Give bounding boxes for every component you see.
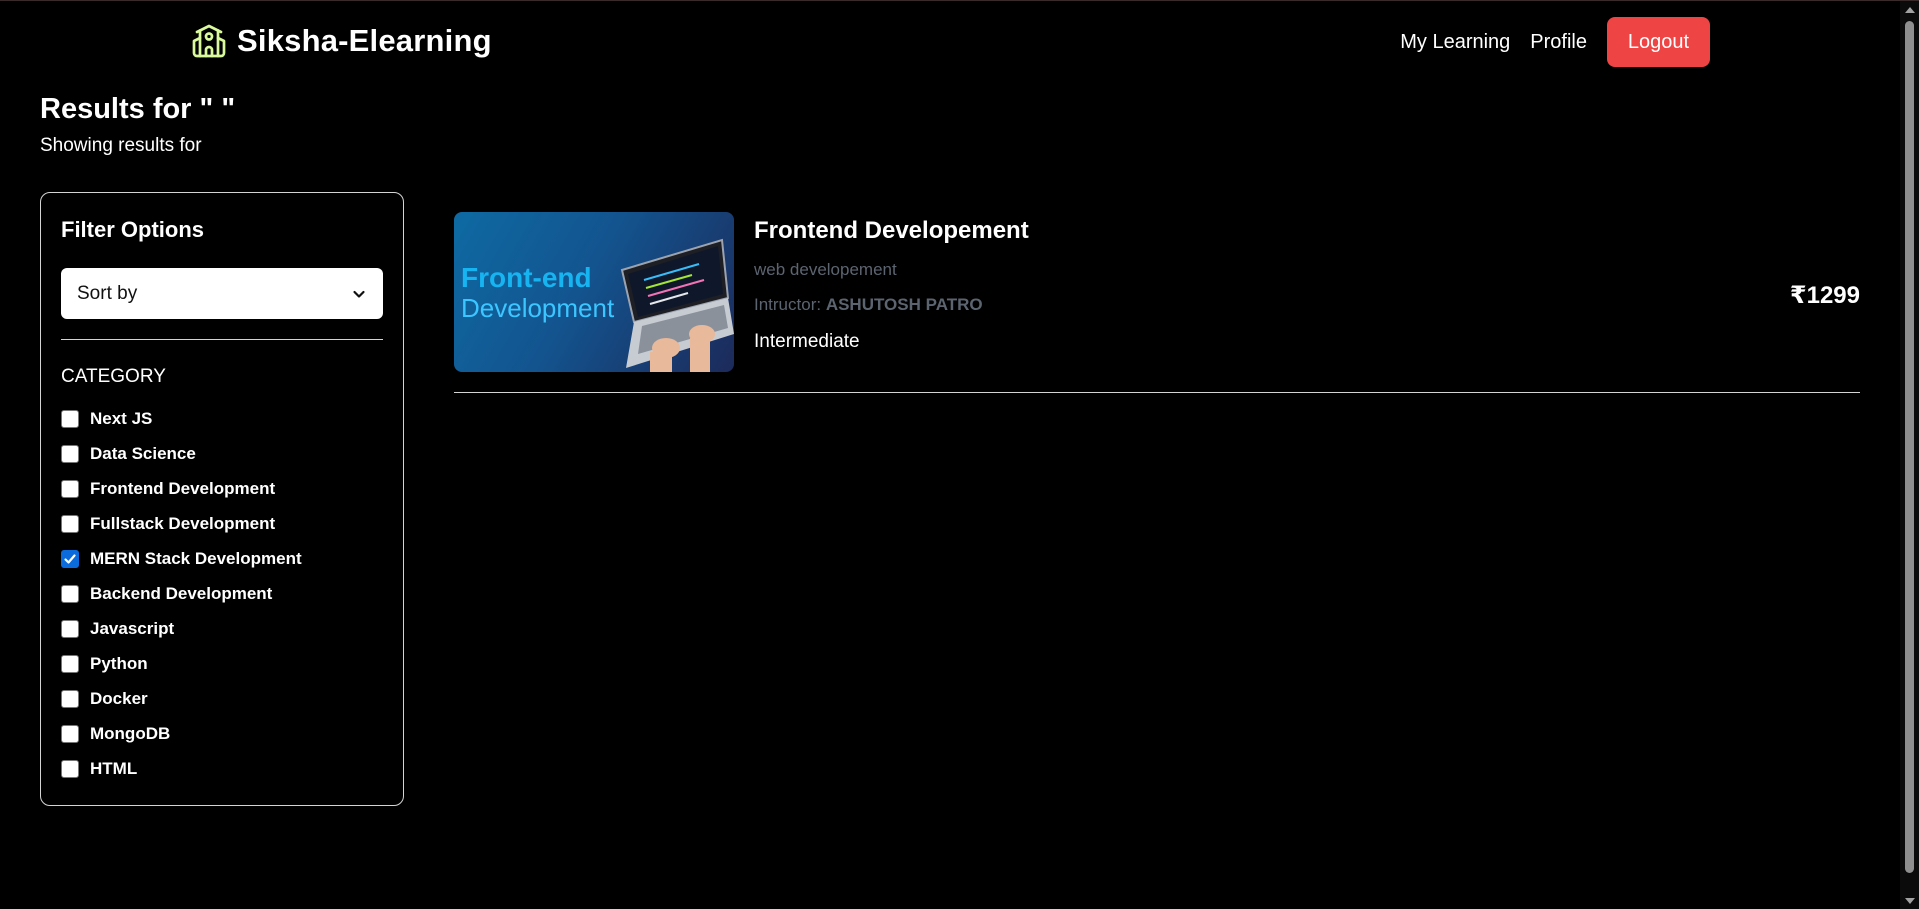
category-item[interactable]: Fullstack Development xyxy=(61,506,302,541)
logout-button[interactable]: Logout xyxy=(1607,17,1710,67)
category-checkbox[interactable] xyxy=(61,514,79,533)
laptop-icon xyxy=(620,238,734,372)
instructor-name: ASHUTOSH PATRO xyxy=(825,295,983,314)
course-category: web developement xyxy=(754,260,897,279)
school-icon xyxy=(192,24,226,58)
scroll-up-icon[interactable] xyxy=(1905,7,1915,13)
category-list: Next JS Data Science Frontend Developmen… xyxy=(61,401,302,786)
category-label: Docker xyxy=(90,688,148,708)
page-scrollbar[interactable] xyxy=(1900,1,1919,909)
category-checkbox[interactable] xyxy=(61,549,79,568)
course-title[interactable]: Frontend Developement xyxy=(754,217,1029,245)
category-label: Fullstack Development xyxy=(90,513,276,533)
category-checkbox[interactable] xyxy=(61,724,79,743)
course-thumbnail[interactable]: Front-end Development xyxy=(454,212,734,372)
category-checkbox[interactable] xyxy=(61,479,79,498)
category-item[interactable]: Frontend Development xyxy=(61,471,302,506)
scroll-down-icon[interactable] xyxy=(1905,898,1915,904)
thumbnail-line-2: Development xyxy=(461,293,615,323)
instructor-prefix: Intructor: xyxy=(754,295,826,314)
category-item[interactable]: Backend Development xyxy=(61,576,302,611)
category-item[interactable]: MongoDB xyxy=(61,716,302,751)
category-label: MERN Stack Development xyxy=(90,548,302,568)
category-checkbox[interactable] xyxy=(61,654,79,673)
category-item[interactable]: Docker xyxy=(61,681,302,716)
results-title: Results for " " xyxy=(40,93,236,125)
category-checkbox[interactable] xyxy=(61,444,79,463)
category-label: Frontend Development xyxy=(90,478,276,498)
category-item[interactable]: HTML xyxy=(61,751,302,786)
brand-name: Siksha-Elearning xyxy=(237,23,492,58)
filter-divider xyxy=(61,339,383,340)
category-label: MongoDB xyxy=(90,723,171,743)
chevron-down-icon xyxy=(353,290,365,298)
scrollbar-thumb[interactable] xyxy=(1905,21,1914,873)
category-item[interactable]: Python xyxy=(61,646,302,681)
category-label: Python xyxy=(90,653,148,673)
navbar: Siksha-Elearning My Learning Profile Log… xyxy=(0,1,1900,85)
results-subtitle: Showing results for xyxy=(40,135,202,156)
category-label: Next JS xyxy=(90,408,153,428)
category-label: HTML xyxy=(90,758,138,778)
course-instructor: Intructor: ASHUTOSH PATRO xyxy=(754,295,983,315)
category-label: Data Science xyxy=(90,443,196,463)
category-checkbox[interactable] xyxy=(61,619,79,638)
course-card[interactable]: Front-end Development Frontend Developem… xyxy=(454,212,1860,372)
category-item[interactable]: Javascript xyxy=(61,611,302,646)
category-checkbox[interactable] xyxy=(61,689,79,708)
category-checkbox[interactable] xyxy=(61,584,79,603)
filter-panel: Filter Options Sort by CATEGORY Next JS … xyxy=(40,192,404,806)
category-checkbox[interactable] xyxy=(61,409,79,428)
sort-select-value: Sort by xyxy=(77,282,138,304)
category-label: Javascript xyxy=(90,618,175,638)
category-item[interactable]: Data Science xyxy=(61,436,302,471)
nav-actions: My Learning Profile Logout xyxy=(1400,17,1710,67)
filter-title: Filter Options xyxy=(61,217,204,242)
category-heading: CATEGORY xyxy=(61,366,166,387)
profile-link[interactable]: Profile xyxy=(1530,31,1587,54)
sort-select[interactable]: Sort by xyxy=(61,268,383,319)
course-level-badge: Intermediate xyxy=(754,331,860,352)
category-checkbox[interactable] xyxy=(61,759,79,778)
thumbnail-text: Front-end Development xyxy=(461,262,615,323)
course-divider xyxy=(454,392,1860,393)
course-price: ₹1299 xyxy=(1789,282,1860,309)
category-item[interactable]: Next JS xyxy=(61,401,302,436)
thumbnail-line-1: Front-end xyxy=(461,262,592,293)
page: Siksha-Elearning My Learning Profile Log… xyxy=(0,0,1919,909)
brand[interactable]: Siksha-Elearning xyxy=(191,23,492,59)
my-learning-link[interactable]: My Learning xyxy=(1400,31,1510,54)
checkmark-icon xyxy=(64,553,76,564)
category-item[interactable]: MERN Stack Development xyxy=(61,541,302,576)
category-label: Backend Development xyxy=(90,583,273,603)
